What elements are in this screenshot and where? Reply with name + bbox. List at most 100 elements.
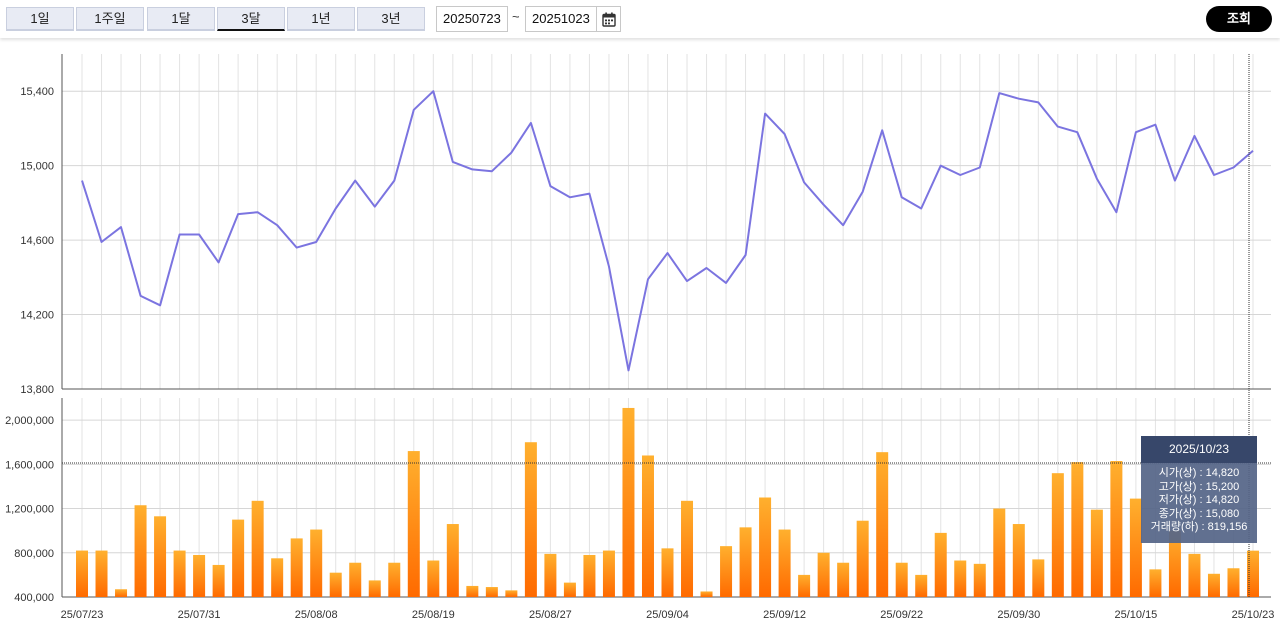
price-y-tick-label: 14,600 bbox=[20, 235, 54, 247]
volume-bar bbox=[154, 516, 167, 597]
tooltip-line-low: 저가(상) : 14,820 bbox=[1158, 494, 1240, 506]
volume-bar bbox=[817, 552, 830, 597]
volume-bar bbox=[759, 497, 772, 597]
price-y-tick-label: 15,000 bbox=[20, 161, 54, 173]
volume-bar bbox=[115, 589, 128, 597]
tooltip-line-open: 시가(상) : 14,820 bbox=[1158, 467, 1240, 479]
date-separator: ~ bbox=[512, 9, 520, 24]
volume-bar bbox=[622, 407, 635, 597]
volume-bar bbox=[524, 442, 537, 597]
volume-y-tick-label: 2,000,000 bbox=[5, 415, 54, 427]
volume-bar bbox=[1110, 461, 1123, 597]
period-button-3m[interactable]: 3달 bbox=[217, 7, 285, 31]
volume-bar bbox=[1012, 524, 1025, 597]
volume-bar bbox=[485, 587, 498, 597]
volume-bar bbox=[290, 538, 303, 597]
volume-bar bbox=[602, 550, 615, 597]
volume-y-tick-label: 800,000 bbox=[14, 548, 54, 560]
calendar-icon bbox=[601, 12, 616, 27]
volume-bar bbox=[681, 500, 694, 597]
volume-bar bbox=[973, 563, 986, 597]
volume-bar bbox=[134, 505, 147, 597]
volume-bar bbox=[95, 550, 108, 597]
period-button-1d[interactable]: 1일 bbox=[6, 7, 74, 31]
end-date-input[interactable]: 20251023 bbox=[525, 6, 597, 32]
volume-bar bbox=[778, 529, 791, 597]
volume-bar bbox=[76, 550, 88, 597]
volume-bar bbox=[388, 562, 401, 597]
stock-chart: 15,400 15,000 14,600 14,200 13,800 2,000,000 1… bbox=[5, 54, 1275, 621]
volume-bar bbox=[1188, 553, 1201, 597]
volume-y-tick-label: 1,200,000 bbox=[5, 504, 54, 516]
volume-bar bbox=[895, 562, 908, 597]
volume-bar bbox=[720, 546, 733, 597]
volume-bar bbox=[583, 554, 596, 597]
volume-bar bbox=[173, 550, 186, 597]
volume-bar bbox=[271, 558, 284, 597]
x-tick-label: 25/09/04 bbox=[646, 609, 689, 621]
data-tooltip: 2025/10/23 시가(상) : 14,820 고가(상) : 15,200… bbox=[1141, 436, 1257, 543]
volume-y-tick-label: 400,000 bbox=[14, 592, 54, 604]
volume-bar bbox=[193, 554, 206, 597]
volume-bar bbox=[641, 455, 654, 597]
volume-bar bbox=[837, 562, 850, 597]
volume-bar bbox=[1227, 568, 1240, 597]
period-button-1m[interactable]: 1달 bbox=[147, 7, 215, 31]
price-y-tick-label: 15,400 bbox=[20, 86, 54, 98]
volume-bar bbox=[1149, 569, 1162, 597]
volume-bar bbox=[212, 564, 225, 597]
volume-y-tick-label: 1,600,000 bbox=[5, 459, 54, 471]
volume-bar bbox=[446, 524, 459, 597]
tooltip-line-high: 고가(상) : 15,200 bbox=[1158, 480, 1240, 493]
volume-bar bbox=[251, 500, 264, 597]
volume-bar bbox=[993, 508, 1006, 597]
x-tick-label: 25/08/27 bbox=[529, 609, 572, 621]
volume-bar bbox=[915, 574, 928, 597]
volume-bar bbox=[329, 572, 342, 597]
x-tick-label: 25/10/15 bbox=[1114, 609, 1157, 621]
x-tick-label: 25/09/30 bbox=[997, 609, 1040, 621]
volume-bar bbox=[798, 574, 811, 597]
volume-bar bbox=[349, 562, 362, 597]
volume-bar bbox=[232, 519, 245, 597]
volume-bar bbox=[856, 520, 869, 597]
x-tick-label: 25/08/08 bbox=[295, 609, 338, 621]
price-y-tick-label: 13,800 bbox=[20, 384, 54, 396]
x-tick-label: 25/07/23 bbox=[61, 609, 104, 621]
volume-bar bbox=[368, 580, 381, 597]
volume-bar bbox=[876, 452, 889, 597]
volume-bar bbox=[466, 585, 479, 597]
volume-bar bbox=[1090, 509, 1103, 597]
volume-bar bbox=[661, 548, 674, 597]
period-button-1y[interactable]: 1년 bbox=[287, 7, 355, 31]
volume-bar bbox=[1051, 473, 1064, 597]
x-tick-label: 25/07/31 bbox=[178, 609, 221, 621]
volume-bar bbox=[310, 529, 323, 597]
x-tick-label: 25/08/19 bbox=[412, 609, 455, 621]
volume-bar bbox=[1207, 573, 1220, 597]
volume-bar bbox=[1032, 559, 1045, 597]
volume-bar bbox=[700, 591, 713, 597]
tooltip-body: 시가(상) : 14,820 고가(상) : 15,200 저가(상) : 14… bbox=[1141, 463, 1257, 543]
calendar-button[interactable] bbox=[596, 6, 621, 32]
search-button[interactable]: 조회 bbox=[1206, 6, 1272, 32]
volume-bar bbox=[934, 532, 947, 597]
tooltip-line-volume: 거래량(하) : 819,156 bbox=[1150, 521, 1248, 533]
price-y-tick-label: 14,200 bbox=[20, 310, 54, 322]
volume-bar bbox=[407, 451, 420, 597]
volume-bar bbox=[954, 560, 967, 597]
tooltip-date: 2025/10/23 bbox=[1141, 436, 1257, 463]
period-button-3y[interactable]: 3년 bbox=[357, 7, 425, 31]
volume-bar bbox=[1071, 462, 1084, 597]
volume-bar bbox=[427, 560, 440, 597]
volume-bar bbox=[739, 527, 752, 597]
volume-bar bbox=[505, 590, 518, 597]
period-button-1w[interactable]: 1주일 bbox=[76, 7, 144, 31]
volume-bar bbox=[563, 582, 576, 597]
toolbar: 1일 1주일 1달 3달 1년 3년 20250723 ~ 20251023 조… bbox=[0, 0, 1280, 38]
x-tick-label: 25/09/12 bbox=[763, 609, 806, 621]
x-tick-label: 25/10/23 bbox=[1232, 609, 1275, 621]
start-date-input[interactable]: 20250723 bbox=[436, 6, 508, 32]
tooltip-line-close: 종가(상) : 15,080 bbox=[1158, 507, 1240, 520]
x-tick-label: 25/09/22 bbox=[880, 609, 923, 621]
